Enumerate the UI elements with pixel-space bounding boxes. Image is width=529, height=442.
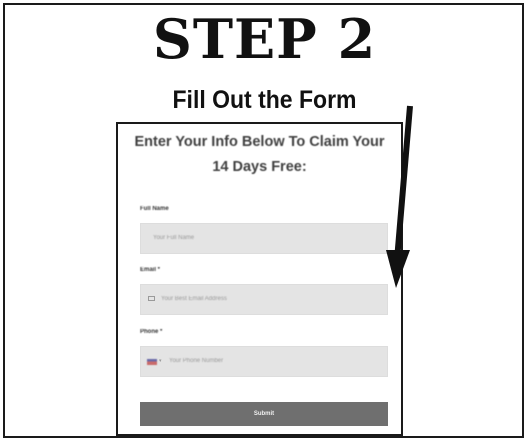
full-name-placeholder: Your Full Name <box>153 235 195 241</box>
phone-placeholder: Your Phone Number <box>169 358 224 364</box>
form-heading-line-1: Enter Your Info Below To Claim Your <box>134 134 385 150</box>
email-input[interactable]: Your Best Email Address <box>140 284 388 315</box>
form-heading: Enter Your Info Below To Claim Your 14 D… <box>118 130 401 180</box>
phone-input[interactable]: ▾ Your Phone Number <box>140 346 388 377</box>
email-placeholder: Your Best Email Address <box>161 296 227 302</box>
submit-button[interactable]: Submit <box>140 402 388 426</box>
arrow-down-icon <box>386 105 413 288</box>
chevron-down-icon[interactable]: ▾ <box>159 358 162 364</box>
email-label: Email * <box>140 267 161 273</box>
full-name-input[interactable]: Your Full Name <box>140 223 388 254</box>
form-heading-line-2: 14 Days Free: <box>212 159 307 175</box>
phone-label: Phone * <box>140 329 163 335</box>
mail-icon <box>148 296 155 301</box>
country-flag-icon[interactable] <box>147 359 157 365</box>
step-title: STEP 2 <box>152 7 377 71</box>
full-name-label: Full Name <box>140 206 169 212</box>
step-subtitle: Fill Out the Form <box>172 86 357 114</box>
signup-form-card: Enter Your Info Below To Claim Your 14 D… <box>116 122 403 436</box>
